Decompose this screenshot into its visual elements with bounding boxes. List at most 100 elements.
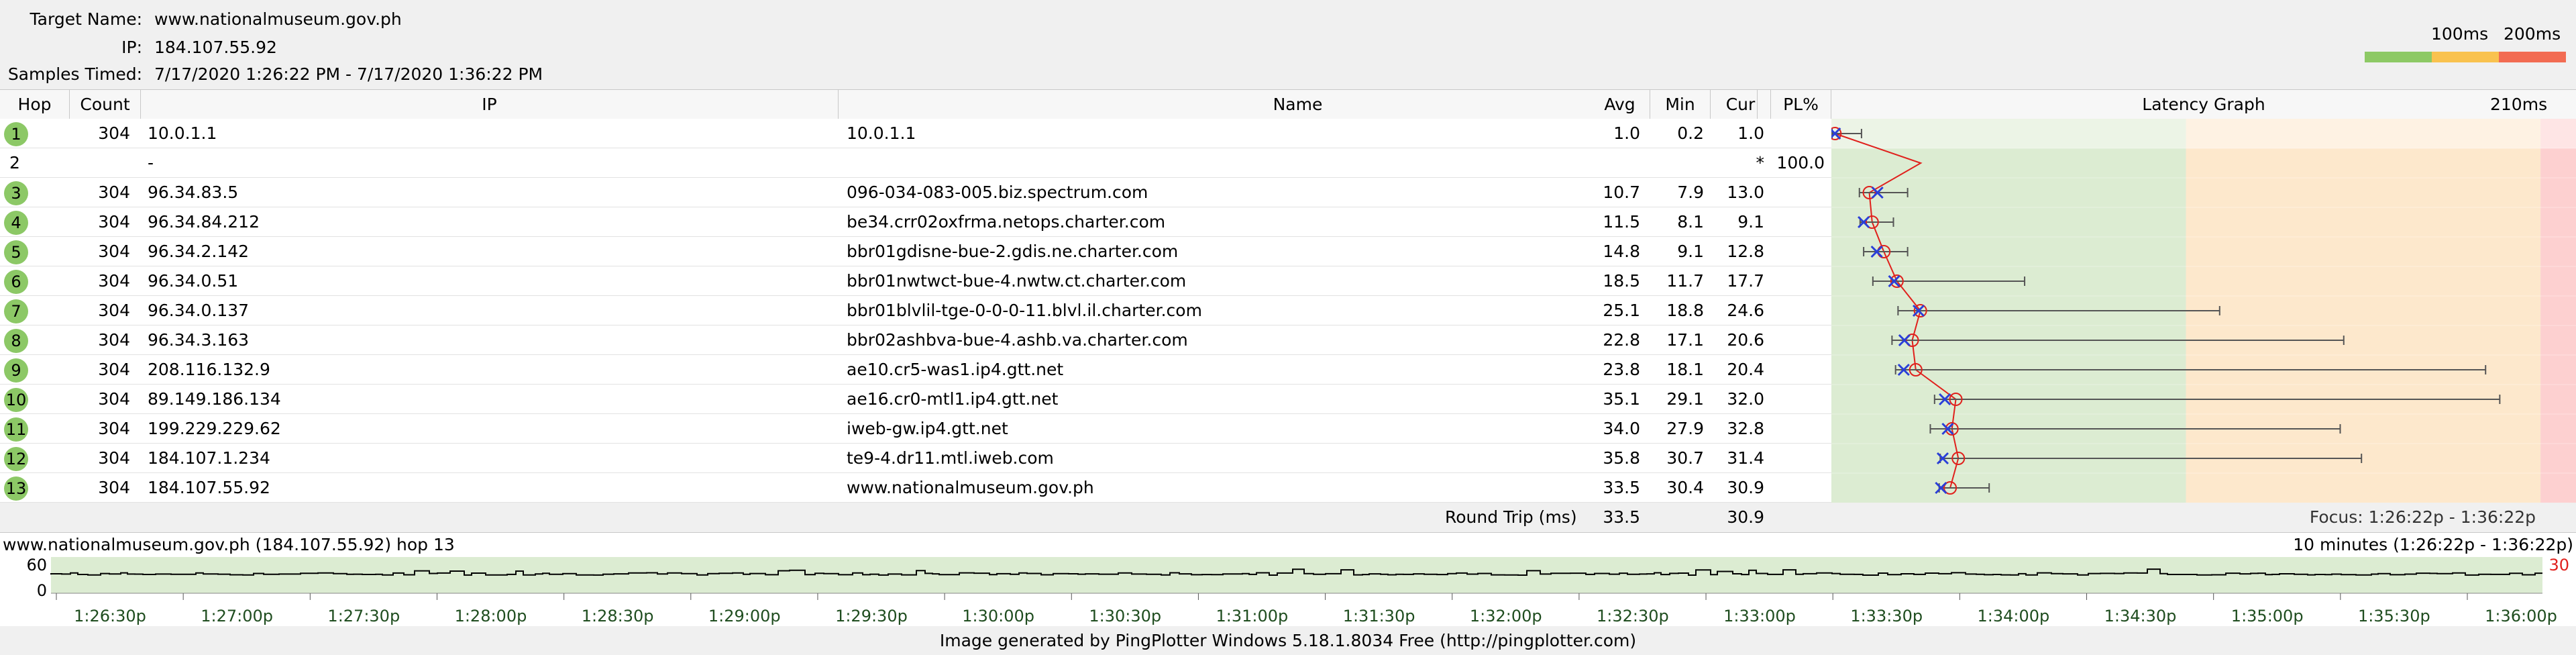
hop-packet-loss [1771,414,1825,444]
timeline-tick-label: 1:31:00p [1216,607,1289,625]
round-trip-avg: 33.5 [1603,507,1640,527]
scale-yellow-segment [2432,52,2499,62]
hop-avg: 1.0 [1613,123,1640,143]
table-header: Hop Count IP Name Avg Min Cur PL% Latenc… [0,89,2576,120]
hop-name: www.nationalmuseum.gov.ph [847,478,1094,497]
hop-avg: 14.8 [1603,242,1640,261]
hop-count: 304 [98,448,130,468]
hop-avg: 11.5 [1603,212,1640,232]
col-count[interactable]: Count [70,90,141,119]
hop-row[interactable]: 11 304 199.229.229.62 iweb-gw.ip4.gtt.net 34… [0,414,1831,444]
col-hop[interactable]: Hop [0,90,70,119]
hop-ip: 10.0.1.1 [148,123,217,143]
scale-200ms-label: 200ms [2504,24,2561,44]
hop-count: 304 [98,212,130,232]
hop-ip: 184.107.55.92 [148,478,270,497]
hop-packet-loss [1771,355,1825,385]
hop-cur: * [1756,153,1765,172]
col-latency-graph[interactable]: Latency Graph [1831,90,2576,119]
hop-avg: 22.8 [1603,330,1640,350]
hop-packet-loss [1771,207,1825,237]
timeline-tick-label: 1:31:30p [1343,607,1415,625]
hop-row[interactable]: 9 304 208.116.132.9 ae10.cr5-was1.ip4.gtt.n… [0,355,1831,385]
timeline-range: 10 minutes (1:26:22p - 1:36:22p) [2293,535,2573,554]
col-avg[interactable]: Avg [1590,90,1650,119]
ip-value: 184.107.55.92 [154,38,277,57]
hop-row[interactable]: 12 304 184.107.1.234 te9-4.dr11.mtl.iweb.co… [0,444,1831,473]
timeline-tick-label: 1:30:00p [962,607,1034,625]
hop-count: 304 [98,301,130,320]
hop-number-badge: 9 [4,358,28,383]
timeline-y-top: 60 [26,556,47,574]
timeline-tick-label: 1:35:30p [2358,607,2430,625]
col-min[interactable]: Min [1650,90,1711,119]
hop-min: 27.9 [1666,419,1704,438]
hop-cur: 32.8 [1727,419,1764,438]
focus-range: Focus: 1:26:22p - 1:36:22p [2309,507,2536,527]
latency-graph[interactable] [1831,119,2576,503]
hop-number-badge: 11 [4,417,28,442]
hop-row[interactable]: 3 304 96.34.83.5 096-034-083-005.biz.spectr… [0,178,1831,207]
hop-min: 30.7 [1666,448,1704,468]
scale-red-segment [2499,52,2566,62]
hop-cur: 17.7 [1727,271,1764,291]
hop-count: 304 [98,183,130,202]
hop-avg: 25.1 [1603,301,1640,320]
hop-cur: 20.6 [1727,330,1764,350]
hop-name: bbr01gdisne-bue-2.gdis.ne.charter.com [847,242,1179,261]
hop-cur: 32.0 [1727,389,1764,409]
hop-number-badge: 8 [4,329,28,353]
hop-min: 9.1 [1677,242,1704,261]
hop-row[interactable]: 2 - * 100.0 [0,148,1831,178]
hop-ip: 199.229.229.62 [148,419,281,438]
hop-count: 304 [98,330,130,350]
hop-name: iweb-gw.ip4.gtt.net [847,419,1008,438]
hop-cur: 12.8 [1727,242,1764,261]
hop-row[interactable]: 1 304 10.0.1.1 10.0.1.1 1.0 0.2 1.0 [0,119,1831,148]
timeline-tick-label: 1:28:30p [582,607,654,625]
hop-name: 096-034-083-005.biz.spectrum.com [847,183,1148,202]
hop-number-badge: 4 [4,211,28,235]
col-ip[interactable]: IP [141,90,839,119]
col-cur[interactable]: Cur [1711,90,1771,119]
samples-timed-label: Samples Timed: [7,64,142,84]
hop-row[interactable]: 6 304 96.34.0.51 bbr01nwtwct-bue-4.nwtw.ct.… [0,266,1831,296]
hop-min: 8.1 [1677,212,1704,232]
hop-min: 17.1 [1666,330,1704,350]
hop-row[interactable]: 5 304 96.34.2.142 bbr01gdisne-bue-2.gdis.ne… [0,237,1831,266]
hop-row[interactable]: 13 304 184.107.55.92 www.nationalmuseum.gov… [0,473,1831,503]
hop-row[interactable]: 7 304 96.34.0.137 bbr01blvlil-tge-0-0-0-11.… [0,296,1831,325]
hop-min: 18.1 [1666,360,1704,379]
hop-name: te9-4.dr11.mtl.iweb.com [847,448,1054,468]
round-trip-label: Round Trip (ms) [1445,507,1577,527]
latency-graph-max: 210ms [2490,95,2548,114]
hop-name: bbr01nwtwct-bue-4.nwtw.ct.charter.com [847,271,1187,291]
hop-name: ae10.cr5-was1.ip4.gtt.net [847,360,1064,379]
hop-name: be34.crr02oxfrma.netops.charter.com [847,212,1166,232]
timeline-tick-label: 1:27:00p [201,607,273,625]
hop-avg: 33.5 [1603,478,1640,497]
hop-number-badge: 7 [4,299,28,323]
timeline-panel[interactable]: www.nationalmuseum.gov.ph (184.107.55.92… [0,532,2576,627]
hop-cur: 31.4 [1727,448,1764,468]
hop-ip: 184.107.1.234 [148,448,270,468]
hop-cur: 13.0 [1727,183,1764,202]
hop-count: 304 [98,478,130,497]
hop-row[interactable]: 8 304 96.34.3.163 bbr02ashbva-bue-4.ashb.va… [0,325,1831,355]
timeline-tick-label: 1:29:30p [835,607,908,625]
col-pl[interactable]: PL% [1771,90,1831,119]
hop-row[interactable]: 4 304 96.34.84.212 be34.crr02oxfrma.netops.… [0,207,1831,237]
target-name-value: www.nationalmuseum.gov.ph [154,9,402,29]
hop-avg: 23.8 [1603,360,1640,379]
hop-ip: 96.34.0.137 [148,301,250,320]
hop-row[interactable]: 10 304 89.149.186.134 ae16.cr0-mtl1.ip4.gtt… [0,385,1831,414]
hop-min: 30.4 [1666,478,1704,497]
timeline-tick-label: 1:27:30p [327,607,400,625]
hop-ip: 96.34.3.163 [148,330,250,350]
latency-zone-2 [2540,119,2576,503]
hop-number-badge: 12 [4,447,28,471]
timeline-tick-label: 1:34:30p [2104,607,2177,625]
hop-cur: 1.0 [1737,123,1764,143]
timeline-chart[interactable]: 60 0 30 1:26:30p 1:27:00p 1:27:30p 1:28:00p 1:2… [0,556,2576,627]
hop-number-badge: 6 [4,270,28,294]
